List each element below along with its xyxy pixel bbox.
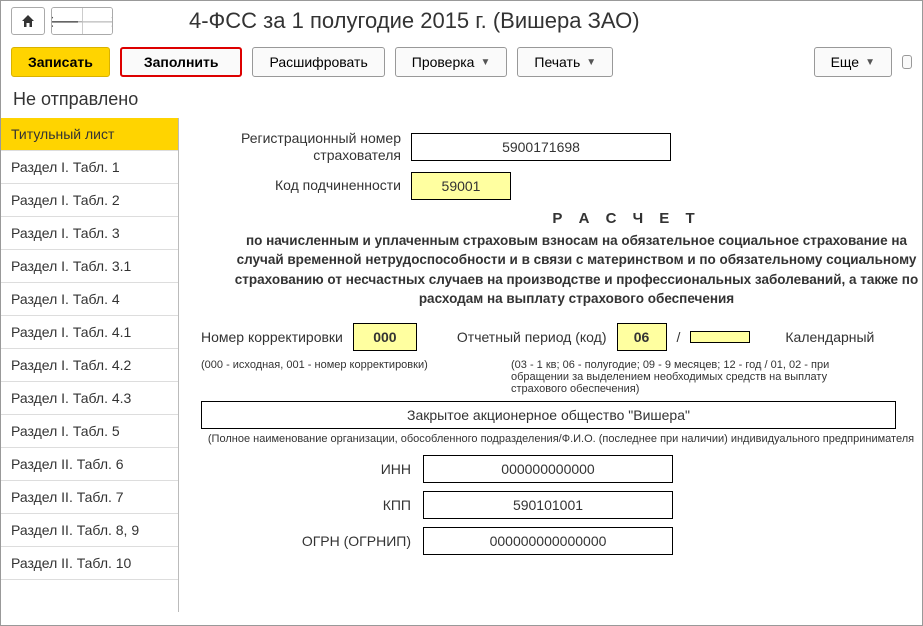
ogrn-field[interactable]: 000000000000000: [423, 527, 673, 555]
print-label: Печать: [534, 54, 580, 70]
sub-code-field[interactable]: 59001: [411, 172, 511, 200]
corr-field[interactable]: 000: [353, 323, 417, 351]
kpp-field[interactable]: 590101001: [423, 491, 673, 519]
main-area: Титульный лист Раздел I. Табл. 1 Раздел …: [1, 118, 922, 612]
period-field[interactable]: 06: [617, 323, 667, 351]
sidebar-item-r2-t6[interactable]: Раздел II. Табл. 6: [1, 448, 178, 481]
sidebar-item-title-page[interactable]: Титульный лист: [1, 118, 178, 151]
sub-code-label: Код подчиненности: [241, 177, 401, 194]
home-button[interactable]: [11, 7, 45, 35]
nav-arrows: 🡐 🡒: [51, 7, 113, 35]
ogrn-label: ОГРН (ОГРНИП): [201, 533, 411, 549]
inn-label: ИНН: [201, 461, 411, 477]
chevron-down-icon: ▼: [480, 57, 490, 68]
org-name-field[interactable]: Закрытое акционерное общество "Вишера": [201, 401, 896, 429]
sidebar-item-r2-t7[interactable]: Раздел II. Табл. 7: [1, 481, 178, 514]
sidebar-item-r1-t3[interactable]: Раздел I. Табл. 3: [1, 217, 178, 250]
home-icon: [20, 13, 36, 29]
help-button[interactable]: [902, 55, 912, 69]
check-button[interactable]: Проверка ▼: [395, 47, 508, 77]
sidebar-item-r1-t4[interactable]: Раздел I. Табл. 4: [1, 283, 178, 316]
fill-button[interactable]: Заполнить: [120, 47, 243, 77]
toolbar: Записать Заполнить Расшифровать Проверка…: [1, 39, 922, 87]
decode-button[interactable]: Расшифровать: [252, 47, 384, 77]
reg-number-field[interactable]: 5900171698: [411, 133, 671, 161]
sidebar-item-r1-t5[interactable]: Раздел I. Табл. 5: [1, 415, 178, 448]
sidebar-item-r1-t4-1[interactable]: Раздел I. Табл. 4.1: [1, 316, 178, 349]
period-extra-field[interactable]: [690, 331, 750, 343]
reg-number-label: Регистрационный номер страхователя: [201, 130, 401, 164]
sidebar-item-r1-t3-1[interactable]: Раздел I. Табл. 3.1: [1, 250, 178, 283]
window-header: 🡐 🡒 4-ФСС за 1 полугодие 2015 г. (Вишера…: [1, 1, 922, 39]
check-label: Проверка: [412, 54, 475, 70]
inn-field[interactable]: 000000000000: [423, 455, 673, 483]
more-label: Еще: [831, 54, 860, 70]
org-note: (Полное наименование организации, обособ…: [201, 429, 921, 455]
kpp-label: КПП: [201, 497, 411, 513]
sidebar-item-r1-t4-2[interactable]: Раздел I. Табл. 4.2: [1, 349, 178, 382]
period-label: Отчетный период (код): [457, 329, 607, 345]
save-button[interactable]: Записать: [11, 47, 110, 77]
corr-note: (000 - исходная, 001 - номер корректиров…: [201, 359, 441, 371]
period-note: (03 - 1 кв; 06 - полугодие; 09 - 9 месяц…: [511, 359, 831, 395]
chevron-down-icon: ▼: [586, 57, 596, 68]
chevron-down-icon: ▼: [865, 57, 875, 68]
calendar-label: Календарный: [785, 329, 874, 345]
sidebar-item-r1-t2[interactable]: Раздел I. Табл. 2: [1, 184, 178, 217]
page-title: 4-ФСС за 1 полугодие 2015 г. (Вишера ЗАО…: [189, 8, 640, 34]
sidebar-item-r2-t10[interactable]: Раздел II. Табл. 10: [1, 547, 178, 580]
sidebar: Титульный лист Раздел I. Табл. 1 Раздел …: [1, 118, 179, 612]
form-area: Регистрационный номер страхователя 59001…: [179, 118, 922, 612]
corr-label: Номер корректировки: [201, 329, 343, 345]
calc-description: по начисленным и уплаченным страховым вз…: [201, 231, 922, 309]
more-button[interactable]: Еще ▼: [814, 47, 892, 77]
forward-button: 🡒: [82, 8, 112, 34]
send-status: Не отправлено: [1, 87, 922, 118]
print-button[interactable]: Печать ▼: [517, 47, 613, 77]
sidebar-item-r1-t4-3[interactable]: Раздел I. Табл. 4.3: [1, 382, 178, 415]
sidebar-item-r1-t1[interactable]: Раздел I. Табл. 1: [1, 151, 178, 184]
calc-title: Р А С Ч Е Т: [201, 210, 922, 227]
slash-label: /: [677, 329, 681, 345]
sidebar-item-r2-t8-9[interactable]: Раздел II. Табл. 8, 9: [1, 514, 178, 547]
